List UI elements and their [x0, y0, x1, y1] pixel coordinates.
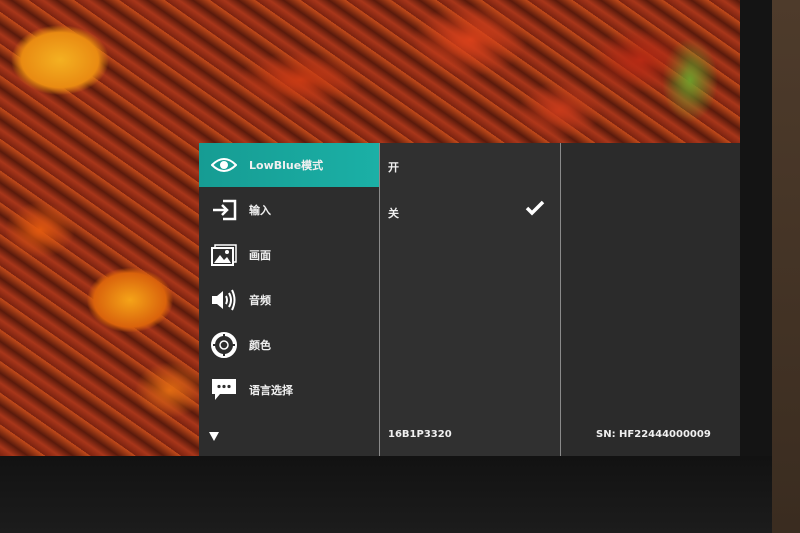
option-off[interactable]: 关	[388, 205, 399, 221]
main-menu-column: LowBlue模式 输入 画面 音频 颜色 语言选择	[199, 143, 379, 456]
menu-item-label: 音频	[249, 294, 271, 307]
menu-item-label: 颜色	[249, 339, 271, 352]
triangle-down-icon[interactable]	[209, 426, 219, 445]
monitor-bezel-bottom	[0, 456, 772, 533]
menu-item-language[interactable]: 语言选择	[199, 368, 379, 412]
osd-menu: LowBlue模式 输入 画面 音频 颜色 语言选择 开 关 16B1P3320…	[199, 143, 740, 456]
menu-item-label: 语言选择	[249, 384, 293, 397]
menu-item-color[interactable]: 颜色	[199, 323, 379, 367]
model-number: 16B1P3320	[388, 429, 452, 440]
submenu-column: 开 关 16B1P3320	[380, 143, 560, 456]
background-wall	[772, 0, 800, 533]
menu-item-input[interactable]: 输入	[199, 188, 379, 232]
menu-item-lowblue[interactable]: LowBlue模式	[199, 143, 379, 187]
menu-item-label: 输入	[249, 204, 271, 217]
menu-item-label: 画面	[249, 249, 271, 262]
speaker-icon	[209, 287, 239, 313]
language-icon	[209, 377, 239, 403]
menu-item-picture[interactable]: 画面	[199, 233, 379, 277]
picture-icon	[209, 242, 239, 268]
option-on[interactable]: 开	[388, 159, 399, 175]
color-icon	[209, 332, 239, 358]
detail-column: SN: HF22444000009	[561, 143, 740, 456]
input-icon	[209, 197, 239, 223]
eye-icon	[209, 152, 239, 178]
menu-item-label: LowBlue模式	[249, 159, 324, 172]
monitor-bezel-right	[740, 0, 772, 533]
serial-number: SN: HF22444000009	[596, 429, 711, 440]
checkmark-icon	[525, 200, 545, 220]
menu-item-audio[interactable]: 音频	[199, 278, 379, 322]
